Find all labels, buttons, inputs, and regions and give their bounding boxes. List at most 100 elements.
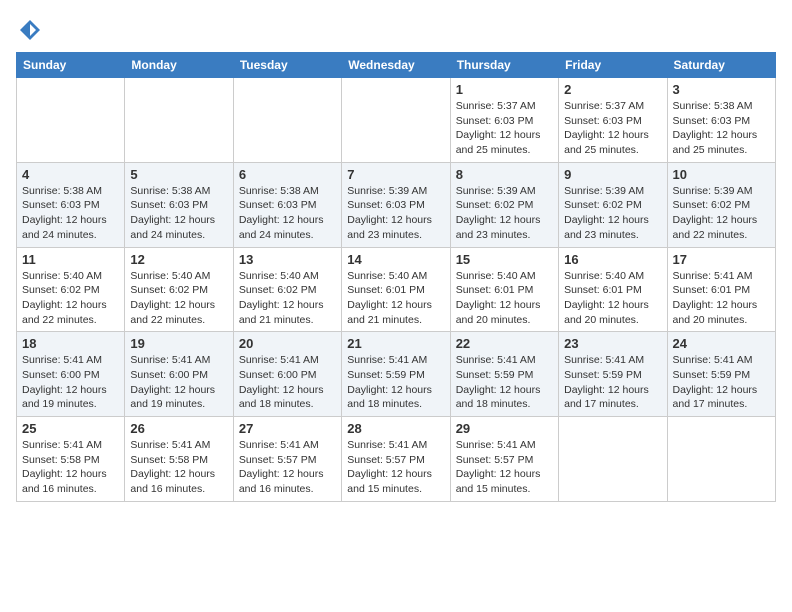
calendar-empty bbox=[342, 78, 450, 163]
calendar-day-27: 27 Sunrise: 5:41 AMSunset: 5:57 PMDayligh… bbox=[233, 417, 341, 502]
day-number: 12 bbox=[130, 252, 227, 267]
day-info: Sunrise: 5:38 AMSunset: 6:03 PMDaylight:… bbox=[239, 184, 336, 243]
calendar-day-6: 6 Sunrise: 5:38 AMSunset: 6:03 PMDaylight… bbox=[233, 162, 341, 247]
calendar-day-21: 21Sunrise: 5:41 AMSunset: 5:59 PMDayligh… bbox=[342, 332, 450, 417]
day-number: 11 bbox=[22, 252, 119, 267]
calendar-day-19: 19 Sunrise: 5:41 AMSunset: 6:00 PMDayligh… bbox=[125, 332, 233, 417]
calendar-week-2: 11 Sunrise: 5:40 AMSunset: 6:02 PMDayligh… bbox=[17, 247, 776, 332]
weekday-header-monday: Monday bbox=[125, 53, 233, 78]
day-number: 25 bbox=[22, 421, 119, 436]
calendar-empty bbox=[17, 78, 125, 163]
calendar-day-20: 20 Sunrise: 5:41 AMSunset: 6:00 PMDayligh… bbox=[233, 332, 341, 417]
calendar-day-23: 23 Sunrise: 5:41 AMSunset: 5:59 PMDayligh… bbox=[559, 332, 667, 417]
calendar-day-28: 28Sunrise: 5:41 AMSunset: 5:57 PMDayligh… bbox=[342, 417, 450, 502]
calendar-day-13: 13 Sunrise: 5:40 AMSunset: 6:02 PMDayligh… bbox=[233, 247, 341, 332]
day-info: Sunrise: 5:41 AMSunset: 5:59 PMDaylight:… bbox=[564, 353, 661, 412]
day-info: Sunrise: 5:41 AMSunset: 5:57 PMDaylight:… bbox=[456, 438, 553, 497]
weekday-header-wednesday: Wednesday bbox=[342, 53, 450, 78]
calendar-day-26: 26 Sunrise: 5:41 AMSunset: 5:58 PMDayligh… bbox=[125, 417, 233, 502]
calendar-day-9: 9Sunrise: 5:39 AMSunset: 6:02 PMDaylight… bbox=[559, 162, 667, 247]
calendar-day-29: 29 Sunrise: 5:41 AMSunset: 5:57 PMDayligh… bbox=[450, 417, 558, 502]
calendar-table: SundayMondayTuesdayWednesdayThursdayFrid… bbox=[16, 52, 776, 502]
calendar-day-3: 3Sunrise: 5:38 AMSunset: 6:03 PMDaylight… bbox=[667, 78, 775, 163]
calendar-week-0: 1 Sunrise: 5:37 AMSunset: 6:03 PMDaylight… bbox=[17, 78, 776, 163]
calendar-week-4: 25 Sunrise: 5:41 AMSunset: 5:58 PMDayligh… bbox=[17, 417, 776, 502]
weekday-header-saturday: Saturday bbox=[667, 53, 775, 78]
calendar-day-4: 4 Sunrise: 5:38 AMSunset: 6:03 PMDaylight… bbox=[17, 162, 125, 247]
day-info: Sunrise: 5:37 AMSunset: 6:03 PMDaylight:… bbox=[456, 99, 553, 158]
calendar-day-5: 5 Sunrise: 5:38 AMSunset: 6:03 PMDaylight… bbox=[125, 162, 233, 247]
calendar-day-7: 7 Sunrise: 5:39 AMSunset: 6:03 PMDaylight… bbox=[342, 162, 450, 247]
day-info: Sunrise: 5:41 AMSunset: 6:00 PMDaylight:… bbox=[239, 353, 336, 412]
day-info: Sunrise: 5:41 AMSunset: 5:59 PMDaylight:… bbox=[673, 353, 770, 412]
day-number: 3 bbox=[673, 82, 770, 97]
day-number: 7 bbox=[347, 167, 444, 182]
logo-icon bbox=[16, 16, 44, 44]
day-number: 19 bbox=[130, 336, 227, 351]
day-number: 27 bbox=[239, 421, 336, 436]
calendar-day-24: 24 Sunrise: 5:41 AMSunset: 5:59 PMDayligh… bbox=[667, 332, 775, 417]
day-number: 20 bbox=[239, 336, 336, 351]
calendar-day-11: 11 Sunrise: 5:40 AMSunset: 6:02 PMDayligh… bbox=[17, 247, 125, 332]
calendar-day-18: 18 Sunrise: 5:41 AMSunset: 6:00 PMDayligh… bbox=[17, 332, 125, 417]
day-number: 4 bbox=[22, 167, 119, 182]
day-info: Sunrise: 5:39 AMSunset: 6:03 PMDaylight:… bbox=[347, 184, 444, 243]
calendar-empty bbox=[667, 417, 775, 502]
day-info: Sunrise: 5:37 AMSunset: 6:03 PMDaylight:… bbox=[564, 99, 661, 158]
day-number: 14 bbox=[347, 252, 444, 267]
day-number: 15 bbox=[456, 252, 553, 267]
day-info: Sunrise: 5:41 AMSunset: 6:00 PMDaylight:… bbox=[22, 353, 119, 412]
calendar-day-12: 12 Sunrise: 5:40 AMSunset: 6:02 PMDayligh… bbox=[125, 247, 233, 332]
day-info: Sunrise: 5:41 AMSunset: 5:58 PMDaylight:… bbox=[130, 438, 227, 497]
day-info: Sunrise: 5:40 AMSunset: 6:01 PMDaylight:… bbox=[347, 269, 444, 328]
calendar-header: SundayMondayTuesdayWednesdayThursdayFrid… bbox=[17, 53, 776, 78]
calendar-day-15: 15 Sunrise: 5:40 AMSunset: 6:01 PMDayligh… bbox=[450, 247, 558, 332]
page-header bbox=[16, 16, 776, 44]
calendar-day-22: 22Sunrise: 5:41 AMSunset: 5:59 PMDayligh… bbox=[450, 332, 558, 417]
day-info: Sunrise: 5:40 AMSunset: 6:01 PMDaylight:… bbox=[456, 269, 553, 328]
day-number: 13 bbox=[239, 252, 336, 267]
calendar-day-17: 17 Sunrise: 5:41 AMSunset: 6:01 PMDayligh… bbox=[667, 247, 775, 332]
day-number: 2 bbox=[564, 82, 661, 97]
day-number: 6 bbox=[239, 167, 336, 182]
calendar-day-25: 25Sunrise: 5:41 AMSunset: 5:58 PMDayligh… bbox=[17, 417, 125, 502]
weekday-header-friday: Friday bbox=[559, 53, 667, 78]
logo bbox=[16, 16, 48, 44]
day-number: 16 bbox=[564, 252, 661, 267]
day-info: Sunrise: 5:41 AMSunset: 5:57 PMDaylight:… bbox=[239, 438, 336, 497]
day-info: Sunrise: 5:40 AMSunset: 6:02 PMDaylight:… bbox=[239, 269, 336, 328]
day-number: 10 bbox=[673, 167, 770, 182]
day-info: Sunrise: 5:38 AMSunset: 6:03 PMDaylight:… bbox=[130, 184, 227, 243]
day-info: Sunrise: 5:38 AMSunset: 6:03 PMDaylight:… bbox=[22, 184, 119, 243]
day-number: 17 bbox=[673, 252, 770, 267]
day-number: 1 bbox=[456, 82, 553, 97]
calendar-day-2: 2 Sunrise: 5:37 AMSunset: 6:03 PMDaylight… bbox=[559, 78, 667, 163]
day-info: Sunrise: 5:40 AMSunset: 6:02 PMDaylight:… bbox=[22, 269, 119, 328]
day-info: Sunrise: 5:41 AMSunset: 5:59 PMDaylight:… bbox=[456, 353, 553, 412]
day-number: 24 bbox=[673, 336, 770, 351]
day-number: 29 bbox=[456, 421, 553, 436]
calendar-day-8: 8 Sunrise: 5:39 AMSunset: 6:02 PMDaylight… bbox=[450, 162, 558, 247]
day-info: Sunrise: 5:39 AMSunset: 6:02 PMDaylight:… bbox=[456, 184, 553, 243]
day-info: Sunrise: 5:40 AMSunset: 6:02 PMDaylight:… bbox=[130, 269, 227, 328]
day-info: Sunrise: 5:39 AMSunset: 6:02 PMDaylight:… bbox=[673, 184, 770, 243]
day-info: Sunrise: 5:40 AMSunset: 6:01 PMDaylight:… bbox=[564, 269, 661, 328]
calendar-day-1: 1 Sunrise: 5:37 AMSunset: 6:03 PMDaylight… bbox=[450, 78, 558, 163]
day-number: 21 bbox=[347, 336, 444, 351]
day-info: Sunrise: 5:41 AMSunset: 5:57 PMDaylight:… bbox=[347, 438, 444, 497]
calendar-week-3: 18 Sunrise: 5:41 AMSunset: 6:00 PMDayligh… bbox=[17, 332, 776, 417]
day-number: 8 bbox=[456, 167, 553, 182]
calendar-day-10: 10 Sunrise: 5:39 AMSunset: 6:02 PMDayligh… bbox=[667, 162, 775, 247]
calendar-empty bbox=[559, 417, 667, 502]
weekday-header-tuesday: Tuesday bbox=[233, 53, 341, 78]
calendar-week-1: 4 Sunrise: 5:38 AMSunset: 6:03 PMDaylight… bbox=[17, 162, 776, 247]
day-number: 26 bbox=[130, 421, 227, 436]
day-info: Sunrise: 5:41 AMSunset: 6:01 PMDaylight:… bbox=[673, 269, 770, 328]
day-number: 5 bbox=[130, 167, 227, 182]
calendar-empty bbox=[125, 78, 233, 163]
day-number: 18 bbox=[22, 336, 119, 351]
day-number: 23 bbox=[564, 336, 661, 351]
calendar-body: 1 Sunrise: 5:37 AMSunset: 6:03 PMDaylight… bbox=[17, 78, 776, 502]
day-info: Sunrise: 5:41 AMSunset: 6:00 PMDaylight:… bbox=[130, 353, 227, 412]
calendar-empty bbox=[233, 78, 341, 163]
